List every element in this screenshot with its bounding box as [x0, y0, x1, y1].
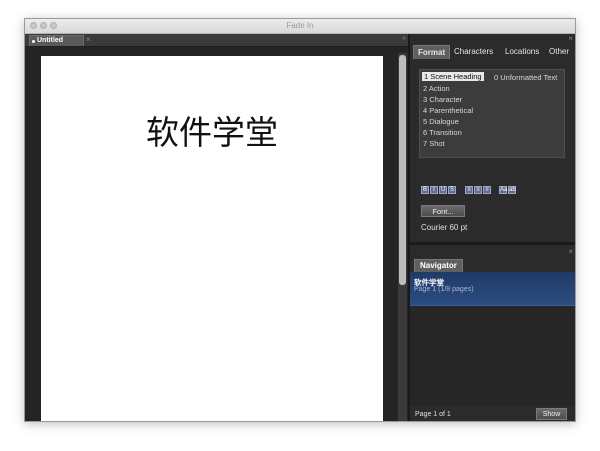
tab-characters[interactable]: Characters [450, 45, 497, 59]
style-item-dialogue[interactable]: 5 Dialogue [423, 117, 459, 126]
navigator-footer: Page 1 of 1 Show [410, 406, 575, 421]
paragraph-style-list: 1 Scene Heading 0 Unformatted Text 2 Act… [419, 69, 565, 158]
modified-dot-icon [32, 40, 35, 43]
uppercase-button[interactable]: Aa [499, 186, 507, 194]
align-right-icon[interactable]: ≡ [483, 186, 491, 194]
style-item-transition[interactable]: 6 Transition [423, 128, 462, 137]
italic-button[interactable]: I [430, 186, 438, 194]
show-button[interactable]: Show [536, 408, 567, 420]
tab-other[interactable]: Other [545, 45, 573, 59]
close-navigator-panel-icon[interactable]: × [568, 247, 573, 256]
underline-button[interactable]: U [439, 186, 447, 194]
style-item-shot[interactable]: 7 Shot [423, 139, 445, 148]
lowercase-button[interactable]: ab [508, 186, 516, 194]
navigator-item[interactable]: 软件学堂 Page 1 (1/8 pages) [410, 272, 575, 306]
align-left-icon[interactable]: ≡ [465, 186, 473, 194]
style-item-unformatted[interactable]: 0 Unformatted Text [494, 73, 557, 82]
tab-label: Untitled [37, 37, 64, 44]
font-description: Courier 60 pt [421, 223, 468, 232]
tab-overflow-icon[interactable]: » [402, 35, 406, 42]
font-button[interactable]: Font... [421, 205, 465, 217]
tab-locations[interactable]: Locations [501, 45, 543, 59]
page-status: Page 1 of 1 [415, 411, 451, 418]
strikethrough-button[interactable]: S [448, 186, 456, 194]
navigator-item-subtitle: Page 1 (1/8 pages) [414, 286, 474, 293]
tab-untitled[interactable]: Untitled [29, 35, 84, 46]
side-panels: × Format Characters Locations Other 1 Sc… [410, 34, 575, 421]
align-center-icon[interactable]: ≡ [474, 186, 482, 194]
document-tab-bar: Untitled × » [25, 34, 408, 47]
title-bar: Fade In [25, 19, 575, 34]
panel-splitter[interactable] [410, 242, 575, 245]
scrollbar-thumb[interactable] [399, 55, 406, 285]
style-item-action[interactable]: 2 Action [423, 84, 450, 93]
window-title: Fade In [286, 21, 314, 30]
style-item-parenthetical[interactable]: 4 Parenthetical [423, 106, 473, 115]
tab-format[interactable]: Format [413, 45, 451, 59]
navigator-list: 软件学堂 Page 1 (1/8 pages) [410, 272, 575, 406]
style-item-scene-heading[interactable]: 1 Scene Heading [422, 72, 484, 81]
app-window: Fade In Untitled × » 软件学堂 × Format Chara… [24, 18, 576, 422]
close-tab-icon[interactable]: × [86, 35, 91, 44]
bold-button[interactable]: B [421, 186, 429, 194]
tab-navigator[interactable]: Navigator [414, 259, 463, 272]
format-panel-tabs: Format Characters Locations Other [410, 45, 575, 59]
scene-heading-text[interactable]: 软件学堂 [41, 106, 383, 154]
script-editor: 软件学堂 [25, 47, 408, 421]
script-page[interactable]: 软件学堂 [41, 56, 383, 421]
editor-scrollbar[interactable] [398, 53, 407, 421]
style-item-character[interactable]: 3 Character [423, 95, 462, 104]
close-format-panel-icon[interactable]: × [568, 34, 573, 43]
